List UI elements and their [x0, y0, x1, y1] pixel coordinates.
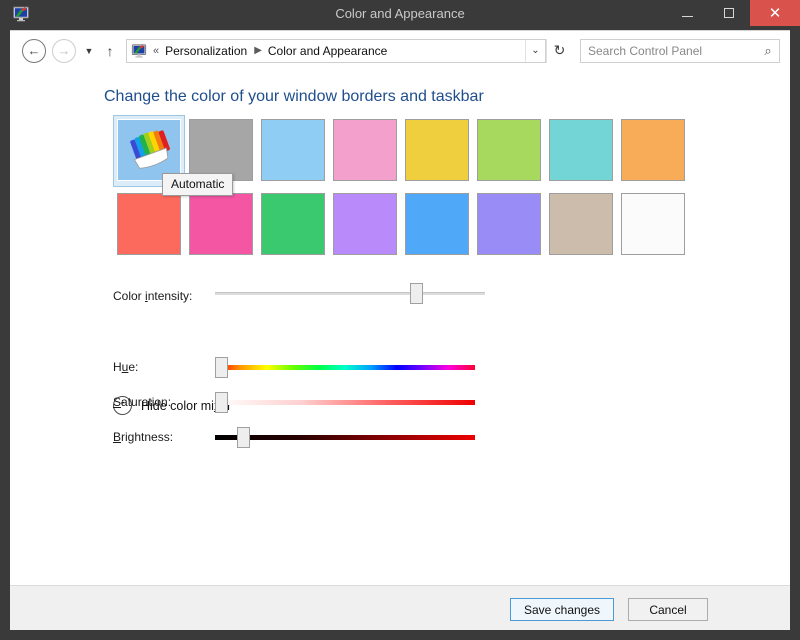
address-dropdown-icon[interactable]: ⌄ — [525, 39, 545, 62]
saturation-gradient-track — [215, 400, 475, 405]
back-arrow-icon[interactable]: ← — [22, 38, 46, 63]
swatch-periwinkle[interactable] — [473, 189, 545, 261]
swatch-yellow[interactable] — [401, 115, 473, 187]
hue-gradient-track — [215, 365, 475, 370]
up-arrow-icon[interactable]: ↑ — [100, 43, 120, 59]
breadcrumb-overflow-icon[interactable]: « — [153, 45, 159, 57]
swatch-tooltip: Automatic — [162, 173, 234, 196]
swatch-salmon-red[interactable] — [113, 189, 185, 261]
breadcrumb-separator-icon[interactable]: ▶ — [254, 45, 262, 56]
address-bar[interactable]: « Personalization ▶ Color and Appearance… — [126, 38, 546, 63]
navigation-bar: ← → ▼ ↑ « Personalization ▶ Color and Ap… — [10, 30, 790, 70]
saturation-slider[interactable] — [215, 391, 475, 413]
page-title: Change the color of your window borders … — [104, 88, 484, 105]
search-icon[interactable]: ⌕ — [757, 43, 779, 59]
swatch-magenta[interactable] — [185, 189, 257, 261]
color-intensity-slider[interactable] — [215, 282, 485, 304]
brightness-thumb[interactable] — [237, 427, 250, 448]
hue-thumb[interactable] — [215, 357, 228, 378]
recent-locations-dropdown-icon[interactable]: ▼ — [80, 46, 98, 56]
color-intensity-track — [215, 292, 485, 295]
address-personalization-icon — [131, 43, 147, 59]
brightness-gradient-track — [215, 435, 475, 440]
maximize-button[interactable] — [708, 0, 750, 26]
cancel-button[interactable]: Cancel — [628, 598, 708, 621]
title-bar: Color and Appearance ✕ — [0, 0, 800, 28]
color-swatch-grid: Automatic — [113, 115, 689, 261]
swatch-white[interactable] — [617, 189, 689, 261]
swatch-blue[interactable] — [401, 189, 473, 261]
window-controls: ✕ — [666, 0, 800, 26]
swatch-pink[interactable] — [329, 115, 401, 187]
footer-bar: Save changes Cancel — [10, 585, 790, 630]
swatch-row — [113, 189, 689, 261]
swatch-automatic-fill — [117, 119, 181, 181]
color-intensity-thumb[interactable] — [410, 283, 423, 304]
color-and-appearance-window: Color and Appearance ✕ ← → ▼ ↑ « Persona… — [0, 0, 800, 640]
close-button[interactable]: ✕ — [750, 0, 800, 26]
brightness-label: Brightness: — [113, 430, 174, 444]
saturation-thumb[interactable] — [215, 392, 228, 413]
breadcrumb-color-and-appearance[interactable]: Color and Appearance — [268, 44, 387, 58]
content-pane: Change the color of your window borders … — [10, 70, 790, 585]
breadcrumb-personalization[interactable]: Personalization — [165, 44, 247, 58]
brightness-slider[interactable] — [215, 426, 475, 448]
swatch-taupe[interactable] — [545, 189, 617, 261]
swatch-lavender[interactable] — [329, 189, 401, 261]
save-changes-button[interactable]: Save changes — [510, 598, 614, 621]
saturation-label: Saturation: — [113, 395, 172, 409]
swatch-automatic[interactable]: Automatic — [113, 115, 234, 196]
swatch-light-blue[interactable] — [257, 115, 329, 187]
hue-label: Hue: — [113, 360, 139, 374]
forward-arrow-icon[interactable]: → — [52, 38, 76, 63]
search-box[interactable]: ⌕ — [580, 38, 780, 63]
refresh-icon[interactable]: ↻ — [546, 38, 572, 63]
swatch-row: Automatic — [113, 115, 689, 196]
search-input[interactable] — [588, 43, 757, 58]
hue-slider[interactable] — [215, 356, 475, 378]
swatch-green[interactable] — [257, 189, 329, 261]
color-intensity-label: Color intensity: — [113, 289, 193, 303]
swatch-yellow-green[interactable] — [473, 115, 545, 187]
swatch-orange[interactable] — [617, 115, 689, 187]
minimize-button[interactable] — [666, 0, 708, 26]
swatch-turquoise[interactable] — [545, 115, 617, 187]
